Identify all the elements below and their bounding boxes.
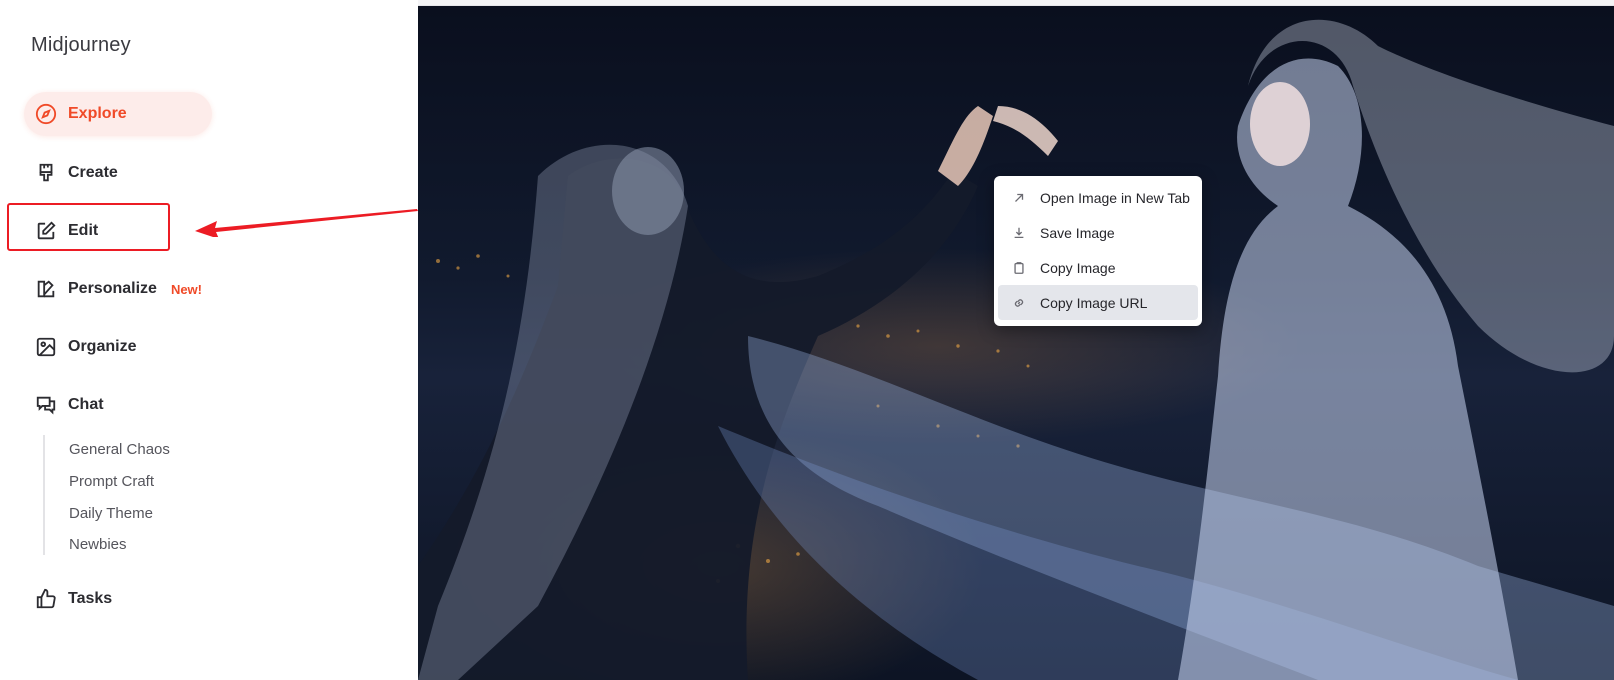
sidebar-item-label: Create: [68, 164, 118, 181]
sidebar-item-organize[interactable]: Organize: [24, 325, 136, 369]
chat-channel-rail: [43, 435, 45, 555]
chat-channel-general-chaos[interactable]: General Chaos: [69, 441, 170, 458]
menu-item-label: Copy Image URL: [1040, 294, 1148, 311]
sidebar-item-create[interactable]: Create: [24, 151, 118, 195]
image-icon: [34, 335, 58, 359]
menu-item-label: Save Image: [1040, 224, 1115, 241]
menu-item-label: Copy Image: [1040, 259, 1116, 276]
chat-channel-daily-theme[interactable]: Daily Theme: [69, 505, 153, 522]
clipboard-icon: [1012, 261, 1026, 275]
app-title[interactable]: Midjourney: [31, 34, 131, 57]
download-icon: [1012, 226, 1026, 240]
menu-item-copy-image[interactable]: Copy Image: [998, 250, 1198, 285]
chat-channel-newbies[interactable]: Newbies: [69, 536, 127, 553]
menu-item-label: Open Image in New Tab: [1040, 189, 1190, 206]
menu-item-copy-image-url[interactable]: Copy Image URL: [998, 285, 1198, 320]
sidebar-item-explore[interactable]: Explore: [24, 92, 212, 136]
sidebar-item-label: Organize: [68, 338, 137, 355]
sidebar-item-label: Tasks: [68, 590, 113, 607]
sidebar-item-personalize[interactable]: Personalize New!: [24, 267, 202, 311]
artwork-illustration: [418, 19, 1614, 680]
menu-item-open-image-in-new-tab[interactable]: Open Image in New Tab: [998, 180, 1198, 215]
generated-image[interactable]: [418, 6, 1614, 680]
link-icon: [1012, 296, 1026, 310]
chat-channel-prompt-craft[interactable]: Prompt Craft: [69, 473, 154, 490]
brush-icon: [34, 161, 58, 185]
menu-item-save-image[interactable]: Save Image: [998, 215, 1198, 250]
image-context-menu: Open Image in New Tab Save Image Copy Im…: [994, 176, 1202, 326]
new-badge: New!: [170, 281, 202, 297]
chat-icon: [34, 393, 58, 417]
external-arrow-icon: [1012, 191, 1026, 205]
thumbs-up-icon: [34, 587, 58, 611]
sidebar-item-tasks[interactable]: Tasks: [24, 577, 112, 621]
sidebar-item-chat[interactable]: Chat: [24, 383, 104, 427]
sidebar-item-label: Chat: [68, 396, 104, 413]
palette-icon: [34, 277, 58, 301]
annotation-arrow-icon: [195, 209, 418, 237]
sidebar: Midjourney Explore Create Edit Personali…: [0, 0, 418, 680]
sidebar-item-label: Personalize: [68, 280, 157, 297]
sidebar-item-label: Explore: [68, 105, 127, 122]
annotation-highlight-box: [7, 203, 170, 251]
compass-icon: [34, 102, 58, 126]
